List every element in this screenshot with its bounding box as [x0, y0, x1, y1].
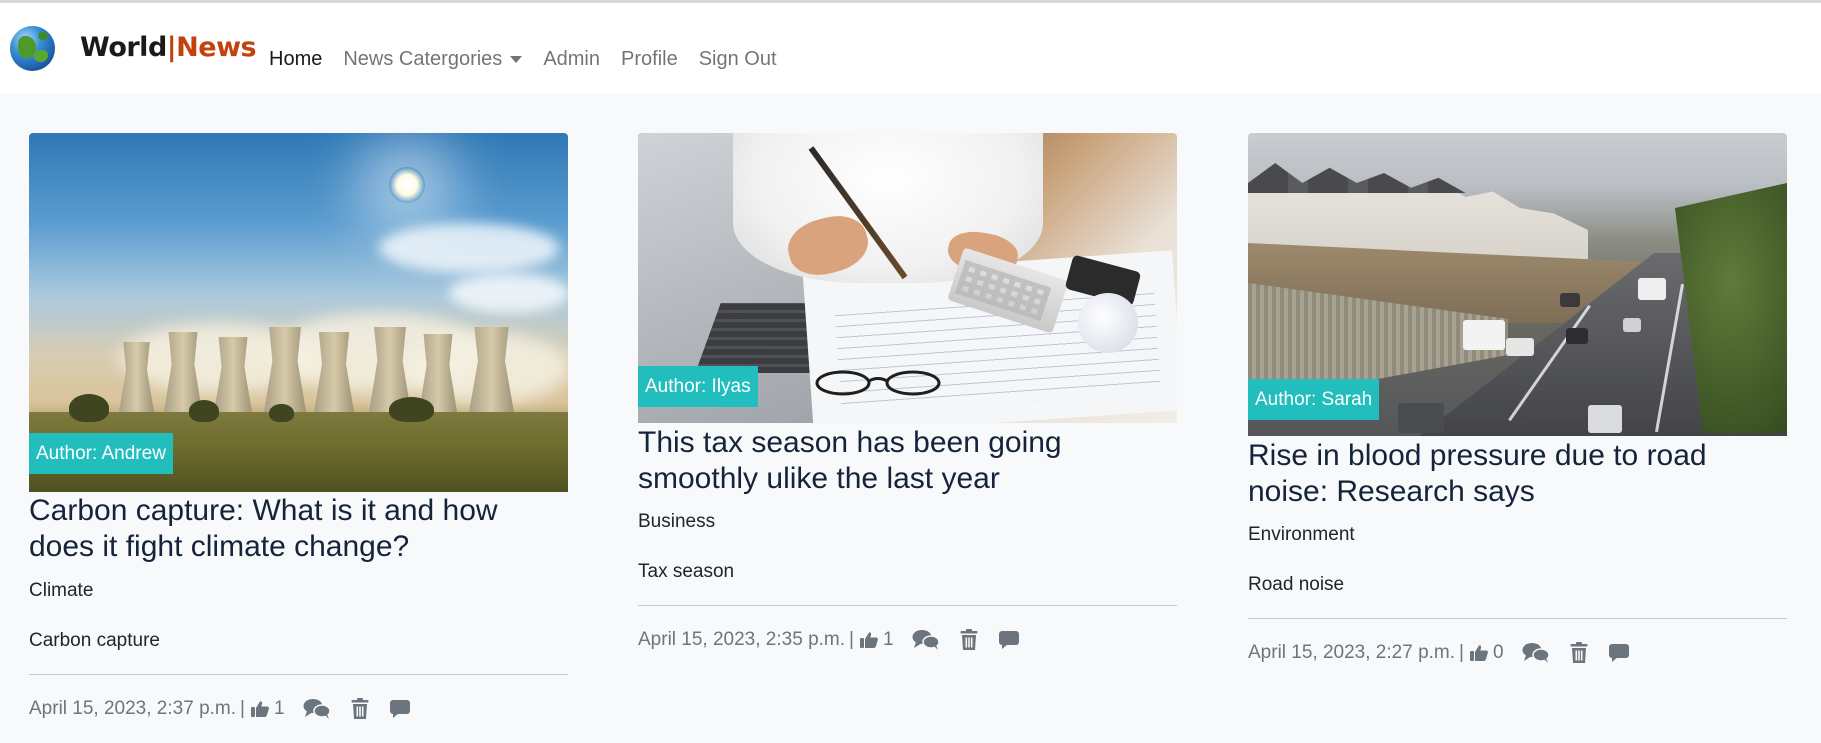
divider: [638, 605, 1177, 606]
nav-links: Home News Catergories Admin Profile Sign…: [269, 48, 798, 71]
article-title[interactable]: Rise in blood pressure due to road noise…: [1248, 438, 1787, 510]
brand-world: World: [80, 32, 167, 63]
globe-logo-icon[interactable]: [10, 26, 55, 71]
nav-news-categories-label: News Catergories: [343, 48, 503, 70]
comment-icon[interactable]: [389, 699, 411, 719]
author-badge: Author: Ilyas: [638, 366, 758, 407]
article-category: Environment: [1248, 524, 1355, 545]
brand-news: News: [176, 32, 257, 63]
trash-icon[interactable]: [960, 629, 978, 651]
article-footer: April 15, 2023, 2:35 p.m. | 1: [638, 629, 1024, 651]
article-title[interactable]: This tax season has been going smoothly …: [638, 425, 1177, 497]
footer-separator: |: [240, 698, 245, 719]
like-count: 0: [1492, 642, 1504, 663]
like-count: 1: [882, 629, 894, 650]
brand-separator: |: [166, 32, 177, 63]
author-badge: Author: Sarah: [1248, 379, 1380, 420]
footer-separator: |: [1459, 642, 1464, 663]
trash-icon[interactable]: [351, 698, 369, 720]
nav-admin[interactable]: Admin: [543, 48, 600, 71]
comment-icon[interactable]: [1608, 643, 1630, 663]
article-category: Climate: [29, 580, 94, 601]
nav-profile[interactable]: Profile: [621, 48, 678, 71]
comment-icon[interactable]: [998, 630, 1020, 650]
thumbs-up-icon[interactable]: [859, 631, 879, 649]
nav-news-categories-dropdown[interactable]: News Catergories: [343, 48, 523, 71]
article-date: April 15, 2023, 2:35 p.m.: [638, 629, 846, 650]
article-footer: April 15, 2023, 2:27 p.m. | 0: [1248, 642, 1634, 664]
article-tag: Tax season: [638, 561, 735, 582]
brand-wordmark[interactable]: World|News: [80, 32, 257, 63]
author-badge: Author: Andrew: [29, 433, 173, 474]
divider: [1248, 618, 1787, 619]
thumbs-up-icon[interactable]: [1469, 644, 1489, 662]
article-date: April 15, 2023, 2:27 p.m.: [1248, 642, 1456, 663]
article-tag: Carbon capture: [29, 630, 160, 651]
divider: [29, 674, 568, 675]
article-tag: Road noise: [1248, 574, 1345, 595]
chevron-down-icon: [510, 56, 523, 64]
footer-separator: |: [849, 629, 854, 650]
comments-icon[interactable]: [912, 629, 940, 651]
comments-icon[interactable]: [303, 698, 331, 720]
comments-icon[interactable]: [1522, 642, 1550, 664]
trash-icon[interactable]: [1570, 642, 1588, 664]
article-title[interactable]: Carbon capture: What is it and how does …: [29, 493, 568, 565]
navbar: World|News Home News Catergories Admin P…: [0, 3, 1821, 93]
like-count: 1: [273, 698, 285, 719]
article-date: April 15, 2023, 2:37 p.m.: [29, 698, 237, 719]
article-footer: April 15, 2023, 2:37 p.m. | 1: [29, 698, 415, 720]
nav-sign-out[interactable]: Sign Out: [699, 48, 777, 71]
article-category: Business: [638, 511, 716, 532]
thumbs-up-icon[interactable]: [250, 700, 270, 718]
nav-home[interactable]: Home: [269, 48, 322, 71]
